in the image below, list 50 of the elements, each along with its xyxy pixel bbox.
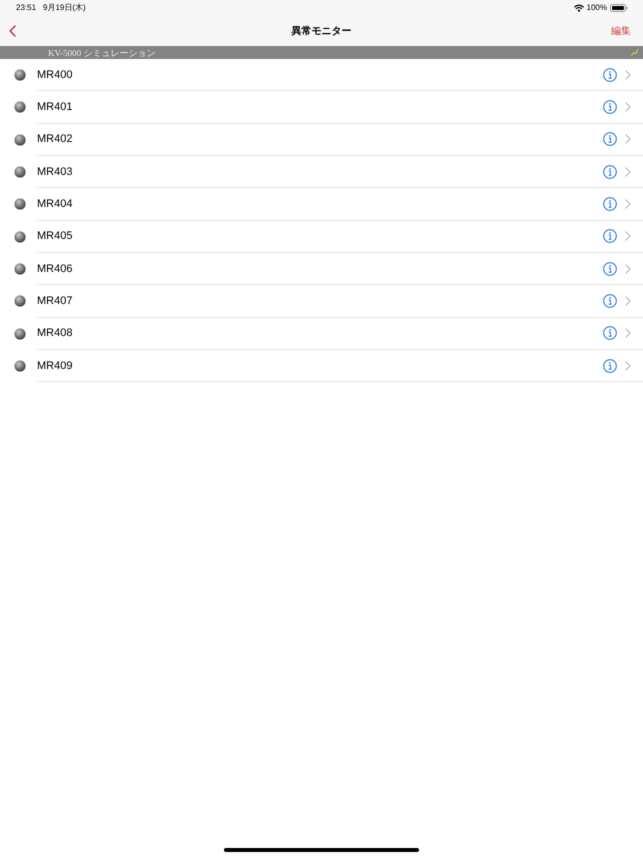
- info-icon[interactable]: [603, 164, 617, 179]
- monitor-name: MR403: [37, 166, 72, 178]
- monitor-name: MR409: [37, 360, 72, 372]
- chevron-right-icon: [625, 166, 631, 177]
- info-icon[interactable]: [603, 262, 617, 276]
- info-icon[interactable]: [603, 229, 617, 244]
- chevron-right-icon: [625, 360, 631, 371]
- status-sphere-icon: [14, 101, 26, 114]
- monitor-name: MR405: [37, 230, 72, 242]
- chevron-right-icon: [625, 231, 631, 242]
- battery-icon: [610, 4, 628, 12]
- info-icon[interactable]: [603, 100, 617, 114]
- info-icon[interactable]: [603, 358, 617, 373]
- status-sphere-icon: [14, 263, 26, 276]
- monitor-name: MR400: [37, 68, 72, 81]
- info-icon[interactable]: [603, 68, 617, 82]
- chevron-right-icon: [625, 102, 631, 112]
- banner-text: KV-5000 シミュレーション: [48, 46, 156, 58]
- chevron-right-icon: [625, 198, 631, 209]
- monitor-name: MR404: [37, 198, 72, 210]
- info-icon[interactable]: [603, 294, 617, 308]
- status-sphere-icon: [14, 166, 26, 178]
- status-sphere-icon: [14, 360, 26, 372]
- status-sphere-icon: [14, 198, 26, 210]
- status-date: 9月19日(木): [43, 2, 86, 13]
- status-sphere-icon: [14, 230, 26, 243]
- edit-button[interactable]: 編集: [611, 24, 631, 38]
- chevron-right-icon: [625, 328, 631, 338]
- chevron-right-icon: [625, 134, 631, 144]
- info-icon[interactable]: [603, 196, 617, 211]
- chevron-right-icon: [625, 70, 631, 80]
- chevron-right-icon: [625, 296, 631, 306]
- status-sphere-icon: [14, 328, 26, 340]
- status-sphere-icon: [14, 134, 26, 146]
- back-icon[interactable]: [9, 24, 16, 36]
- battery-percent: 100%: [586, 3, 607, 12]
- info-icon[interactable]: [603, 132, 617, 146]
- status-time: 23:51: [16, 3, 36, 12]
- status-sphere-icon: [14, 69, 26, 82]
- monitor-name: MR407: [37, 294, 72, 307]
- chevron-right-icon: [625, 264, 631, 274]
- wifi-icon: [574, 4, 584, 12]
- nav-title: 異常モニター: [292, 24, 352, 38]
- info-icon[interactable]: [603, 326, 617, 340]
- lightning-icon: [630, 48, 639, 57]
- monitor-name: MR402: [37, 133, 72, 146]
- monitor-name: MR406: [37, 262, 72, 275]
- monitor-name: MR401: [37, 100, 72, 113]
- monitor-name: MR408: [37, 327, 72, 340]
- status-sphere-icon: [14, 295, 26, 308]
